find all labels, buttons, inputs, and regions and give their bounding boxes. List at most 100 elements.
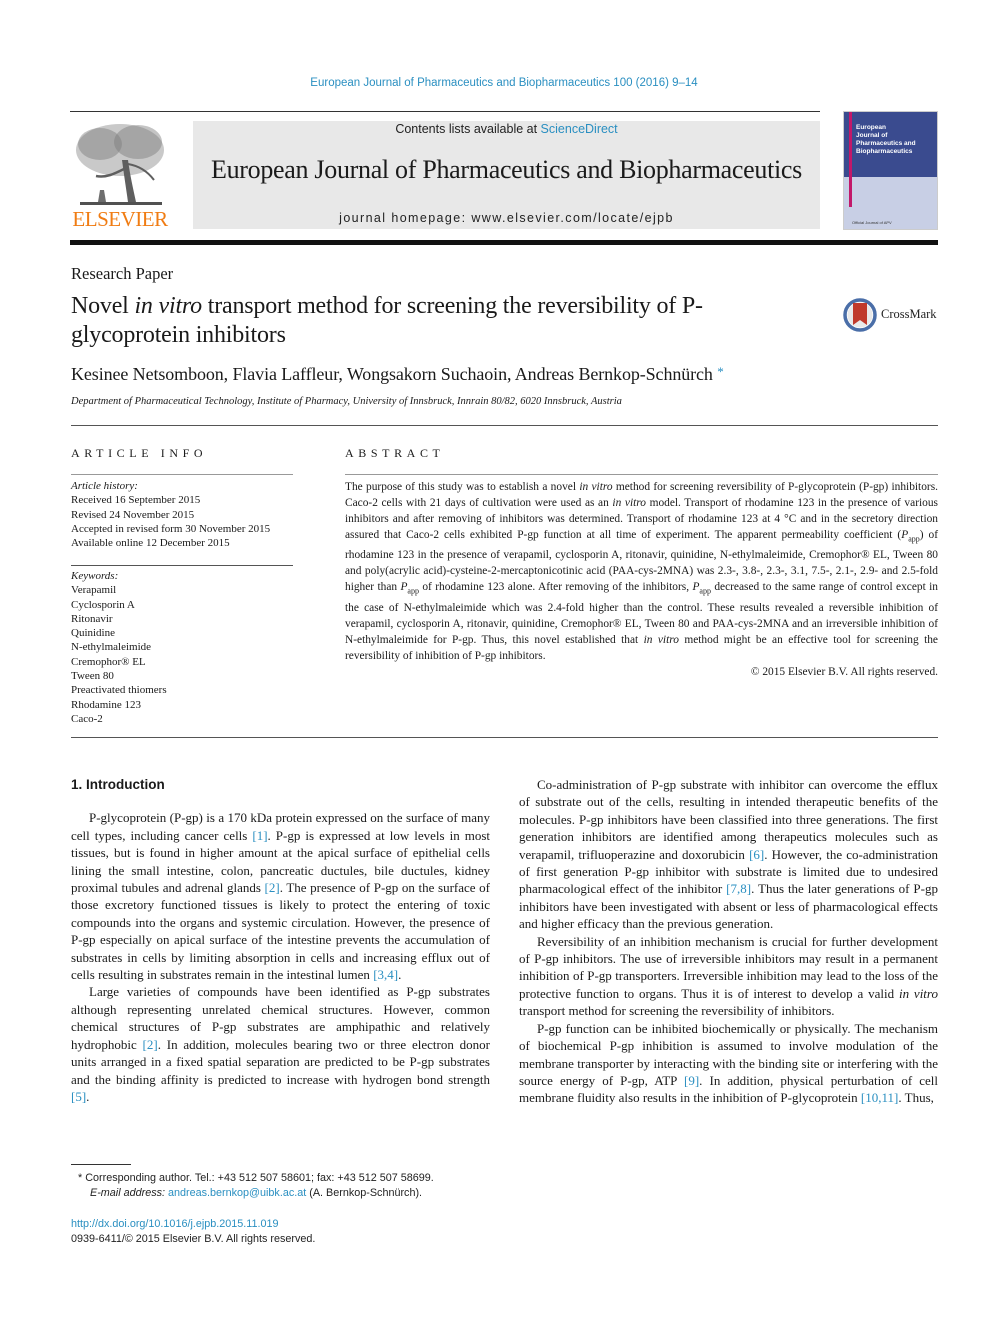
keyword: N-ethylmaleimide xyxy=(71,641,152,654)
crossmark-icon xyxy=(843,298,877,332)
author-list: Kesinee Netsomboon, Flavia Laffleur, Won… xyxy=(71,364,724,385)
papp-subscript: app xyxy=(407,586,419,596)
footnote-rule xyxy=(71,1164,131,1165)
body-text: . Thus, xyxy=(898,1090,934,1106)
title-italic: in vitro xyxy=(134,293,202,319)
authors-names: Kesinee Netsomboon, Flavia Laffleur, Won… xyxy=(71,364,713,384)
article-history: Article history: Received 16 September 2… xyxy=(71,479,296,550)
email-owner: (A. Bernkop-Schnürch). xyxy=(306,1187,423,1199)
keyword: Quinidine xyxy=(71,627,115,640)
corresponding-author-marker[interactable]: * xyxy=(717,364,724,379)
issn-copyright: 0939-6411/© 2015 Elsevier B.V. All right… xyxy=(71,1233,316,1245)
elsevier-wordmark: ELSEVIER xyxy=(72,207,168,231)
body-paragraph: P-glycoprotein (P-gp) is a 170 kDa prote… xyxy=(71,809,490,983)
citation-link[interactable]: [10,11] xyxy=(861,1090,898,1105)
body-paragraph: Reversibility of an inhibition mechanism… xyxy=(519,933,938,1020)
article-info-heading: ARTICLE INFO xyxy=(71,446,208,460)
contents-line: Contents lists available at ScienceDirec… xyxy=(193,122,820,136)
papp-subscript: app xyxy=(908,534,920,544)
body-paragraph: Co-administration of P-gp substrate with… xyxy=(519,776,938,933)
citation-link[interactable]: [2] xyxy=(143,1037,158,1052)
citation-link[interactable]: [6] xyxy=(749,847,764,862)
crossmark-label: CrossMark xyxy=(881,307,937,321)
body-column-left: 1. Introduction P-glycoprotein (P-gp) is… xyxy=(71,776,490,1105)
papp-subscript: app xyxy=(699,586,711,596)
keyword: Tween 80 xyxy=(71,670,114,683)
journal-masthead: Contents lists available at ScienceDirec… xyxy=(193,121,820,229)
affiliation: Department of Pharmaceutical Technology,… xyxy=(71,396,622,407)
homepage-link[interactable]: www.elsevier.com/locate/ejpb xyxy=(471,211,673,225)
keyword: Verapamil xyxy=(71,584,117,597)
abstract-italic: in vitro xyxy=(643,633,679,646)
abstract-text: The purpose of this study was to establi… xyxy=(345,481,580,493)
body-text: transport method for screening the rever… xyxy=(519,1003,835,1019)
citation-link[interactable]: [1] xyxy=(252,828,267,843)
running-head[interactable]: European Journal of Pharmaceutics and Bi… xyxy=(0,77,992,89)
masthead-thick-rule xyxy=(70,240,938,245)
keywords-list: Keywords: Verapamil Cyclosporin A Ritona… xyxy=(71,569,296,726)
cover-title-line: Biopharmaceutics xyxy=(856,148,913,155)
abstract-copyright: © 2015 Elsevier B.V. All rights reserved… xyxy=(750,665,938,678)
abstract-italic: in vitro xyxy=(612,497,646,509)
body-text: Reversibility of an inhibition mechanism… xyxy=(519,933,938,1001)
doi-block: http://dx.doi.org/10.1016/j.ejpb.2015.11… xyxy=(71,1217,315,1247)
article-type: Research Paper xyxy=(71,264,174,283)
cover-title-line: Pharmaceutics and xyxy=(856,140,916,147)
abstract-bottom-rule xyxy=(71,737,938,738)
cover-title: European Journal of Pharmaceutics and Bi… xyxy=(856,124,916,156)
body-text: . The presence of P-gp on the surface of… xyxy=(71,880,490,983)
section-heading-introduction: 1. Introduction xyxy=(71,777,165,792)
keywords-label: Keywords: xyxy=(71,570,119,582)
abstract-rule xyxy=(345,474,938,475)
keyword: Caco-2 xyxy=(71,712,103,725)
sciencedirect-link[interactable]: ScienceDirect xyxy=(541,122,618,136)
body-italic: in vitro xyxy=(898,985,938,1001)
journal-cover-thumbnail[interactable]: European Journal of Pharmaceutics and Bi… xyxy=(843,111,938,230)
citation-link[interactable]: [3,4] xyxy=(373,967,398,982)
body-column-right: Co-administration of P-gp substrate with… xyxy=(519,776,938,1107)
citation-link[interactable]: [9] xyxy=(684,1073,699,1088)
abstract-heading: ABSTRACT xyxy=(345,446,445,460)
doi-link[interactable]: http://dx.doi.org/10.1016/j.ejpb.2015.11… xyxy=(71,1218,279,1230)
article-info-rule xyxy=(71,474,293,475)
body-text: . xyxy=(398,967,402,983)
citation-link[interactable]: [5] xyxy=(71,1089,86,1104)
journal-homepage: journal homepage: www.elsevier.com/locat… xyxy=(193,211,820,225)
citation-link[interactable]: [7,8] xyxy=(726,881,751,896)
elsevier-tree-icon xyxy=(76,124,164,205)
keyword: Cremophor® EL xyxy=(71,655,146,668)
header-divider xyxy=(71,425,938,426)
title-part: Novel xyxy=(71,293,135,319)
body-paragraph: P-gp function can be inhibited biochemic… xyxy=(519,1020,938,1107)
history-item: Received 16 September 2015 xyxy=(71,494,201,507)
footnote-marker: * xyxy=(78,1172,83,1184)
keyword: Rhodamine 123 xyxy=(71,698,141,711)
history-item: Available online 12 December 2015 xyxy=(71,537,230,550)
history-item: Revised 24 November 2015 xyxy=(71,508,195,521)
email-label: E-mail address: xyxy=(90,1187,169,1199)
keywords-rule xyxy=(71,565,293,566)
article-title: Novel in vitro transport method for scre… xyxy=(71,292,811,350)
journal-title: European Journal of Pharmaceutics and Bi… xyxy=(211,155,802,184)
contents-prefix: Contents lists available at xyxy=(395,122,541,136)
elsevier-logo[interactable]: ELSEVIER xyxy=(70,120,170,232)
abstract-italic: in vitro xyxy=(579,481,613,493)
homepage-prefix: journal homepage: xyxy=(339,211,472,225)
citation-link[interactable]: [2] xyxy=(265,880,280,895)
keyword: Ritonavir xyxy=(71,612,113,625)
cover-stripe xyxy=(849,112,852,207)
history-label: Article history: xyxy=(71,480,138,492)
cover-title-line: European xyxy=(856,124,886,131)
cover-footer: Official Journal of APV xyxy=(852,220,892,225)
body-paragraph: Large varieties of compounds have been i… xyxy=(71,983,490,1105)
abstract-body: The purpose of this study was to establi… xyxy=(345,479,938,680)
body-text: . xyxy=(86,1088,90,1104)
footnote-contact: Corresponding author. Tel.: +43 512 507 … xyxy=(85,1172,434,1184)
crossmark-button[interactable]: CrossMark xyxy=(843,297,943,333)
top-rule xyxy=(70,111,820,112)
corresponding-author-footnote: * Corresponding author. Tel.: +43 512 50… xyxy=(78,1171,434,1201)
email-link[interactable]: andreas.bernkop@uibk.ac.at xyxy=(168,1187,306,1199)
keyword: Cyclosporin A xyxy=(71,598,135,611)
cover-title-line: Journal of xyxy=(856,132,888,139)
keyword: Preactivated thiomers xyxy=(71,684,167,697)
